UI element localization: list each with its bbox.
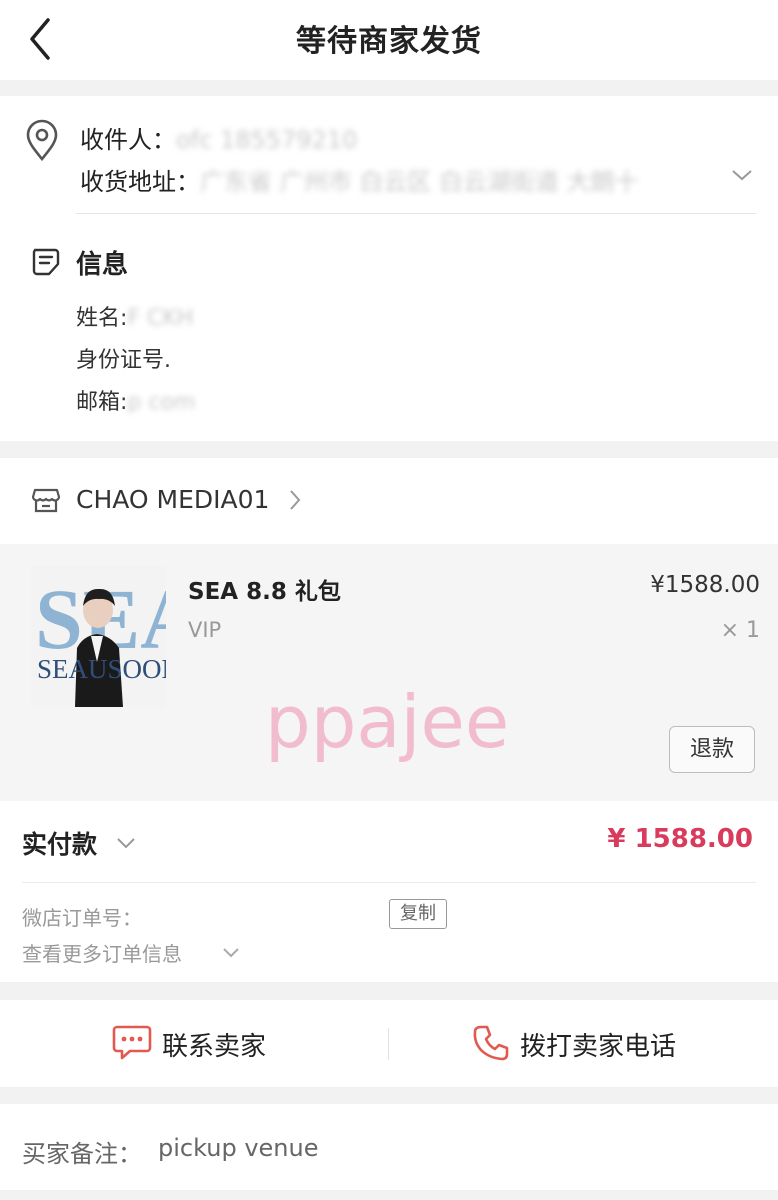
divider	[76, 213, 756, 214]
product-quantity: × 1	[720, 618, 760, 643]
address-row: 收货地址：广东省 广州市 白云区 白云湖街道 大朗十	[80, 162, 720, 197]
divider	[22, 882, 756, 883]
recipient-label: 收件人：	[80, 126, 176, 154]
chevron-right-icon[interactable]	[288, 488, 302, 512]
product-name: SEA 8.8 礼包	[188, 579, 341, 605]
contact-seller-button[interactable]: 联系卖家	[162, 1026, 266, 1063]
call-seller-button[interactable]: 拨打卖家电话	[520, 1026, 676, 1063]
more-order-info-link[interactable]: 查看更多订单信息	[22, 938, 182, 967]
divider	[388, 1028, 389, 1060]
info-row-name: 姓名:F CKH	[76, 300, 193, 332]
refund-button[interactable]: 退款	[669, 726, 755, 773]
product-sku: VIP	[188, 618, 222, 642]
order-number-label: 微店订单号：	[22, 906, 142, 930]
info-value: p com	[127, 390, 196, 415]
address-label: 收货地址：	[80, 168, 200, 196]
paid-amount-label[interactable]: 实付款	[22, 825, 97, 861]
chat-icon[interactable]	[112, 1024, 152, 1060]
recipient-value: ofc 185579210	[176, 126, 358, 154]
product-image: SEA SEAUSOON.	[31, 566, 166, 707]
info-label: 邮箱:	[76, 390, 128, 415]
chevron-down-icon[interactable]	[730, 166, 754, 184]
product-price: ¥1588.00	[650, 572, 760, 598]
info-title: 信息	[76, 250, 129, 280]
store-icon	[30, 484, 62, 516]
info-label: 姓名:	[76, 306, 128, 331]
buyer-note-value: pickup venue	[158, 1134, 319, 1162]
image-subtitle: SEAUSOON.	[37, 654, 166, 684]
page-title: 等待商家发货	[296, 24, 482, 59]
buyer-note-label: 买家备注：	[22, 1140, 142, 1168]
info-row-id: 身份证号.	[76, 342, 171, 374]
info-label: 身份证号.	[76, 348, 171, 373]
copy-button[interactable]: 复制	[389, 899, 447, 929]
recipient-row: 收件人：ofc 185579210	[80, 120, 357, 155]
watermark-text: ppajee	[265, 680, 510, 764]
phone-icon[interactable]	[472, 1024, 510, 1062]
chevron-down-icon[interactable]	[116, 835, 136, 849]
info-row-email: 邮箱:p com	[76, 384, 195, 416]
location-pin-icon	[24, 118, 60, 162]
address-value: 广东省 广州市 白云区 白云湖街道 大朗十	[200, 168, 639, 196]
paid-amount-value: ¥ 1588.00	[607, 824, 753, 854]
chevron-down-icon[interactable]	[222, 944, 240, 958]
note-icon	[30, 246, 62, 278]
info-value: F CKH	[127, 306, 194, 331]
shop-name[interactable]: CHAO MEDIA01	[76, 485, 269, 514]
